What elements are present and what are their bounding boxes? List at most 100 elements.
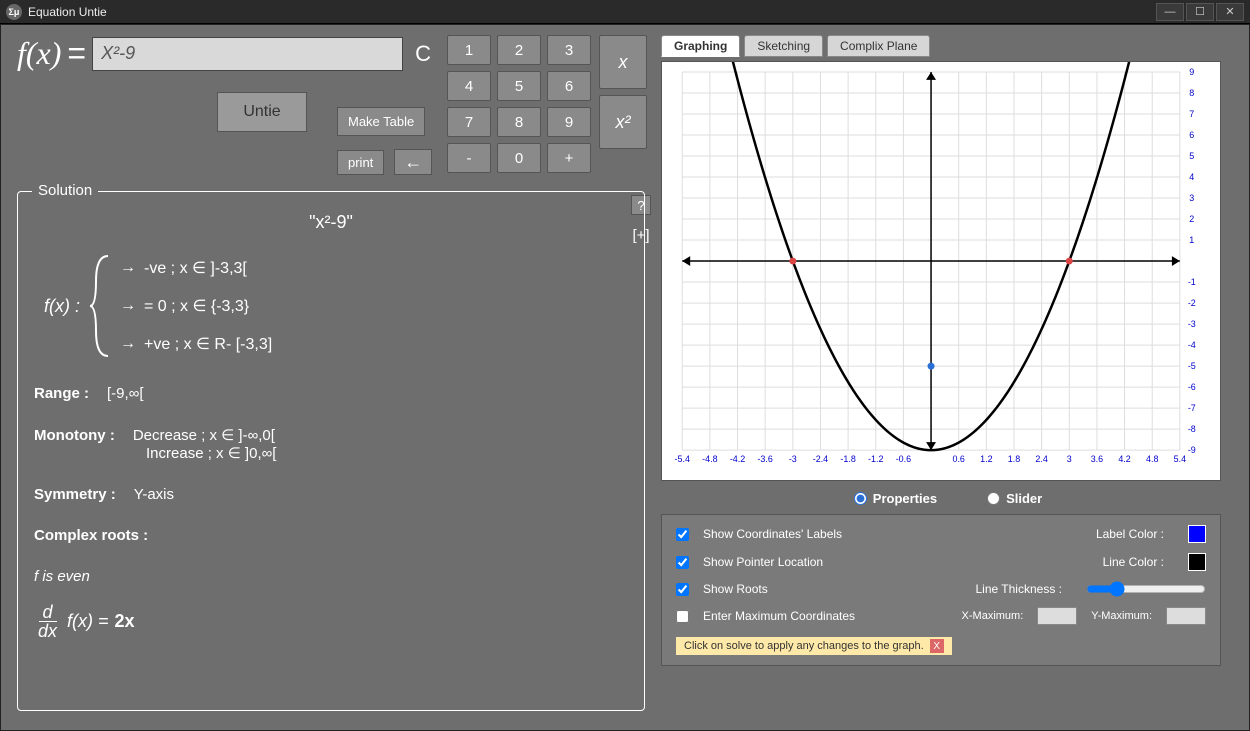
hint-text: Click on solve to apply any changes to t…	[684, 640, 924, 652]
complex-roots-label: Complex roots :	[34, 527, 148, 544]
svg-text:-2.4: -2.4	[813, 454, 828, 464]
key-6[interactable]: 6	[547, 71, 591, 101]
close-button[interactable]: ✕	[1216, 3, 1244, 21]
checkbox-show-coordinates[interactable]	[676, 528, 689, 541]
svg-text:2.4: 2.4	[1035, 454, 1047, 464]
checkbox-enter-max[interactable]	[676, 610, 689, 623]
print-button[interactable]: print	[337, 150, 384, 175]
titlebar: Σμ Equation Untie — ☐ ✕	[0, 0, 1250, 24]
key-5[interactable]: 5	[497, 71, 541, 101]
svg-text:-0.6: -0.6	[896, 454, 911, 464]
x-maximum-input[interactable]	[1037, 607, 1077, 625]
hint-close-button[interactable]: X	[930, 639, 944, 653]
window-title: Equation Untie	[28, 5, 107, 19]
case-positive: +ve ; x ∈ R- [-3,3]	[120, 334, 272, 354]
enter-max-label: Enter Maximum Coordinates	[703, 609, 948, 623]
svg-text:4.8: 4.8	[1146, 454, 1158, 464]
key-4[interactable]: 4	[447, 71, 491, 101]
svg-text:6: 6	[1189, 130, 1194, 140]
svg-text:8: 8	[1189, 88, 1194, 98]
key-0[interactable]: 0	[497, 143, 541, 173]
svg-text:3: 3	[1189, 193, 1194, 203]
checkbox-show-pointer[interactable]	[676, 556, 689, 569]
solution-panel: Solution "x²-9" f(x) : -ve ; x ∈ ]-3,3[ …	[17, 191, 645, 711]
key-1[interactable]: 1	[447, 35, 491, 65]
svg-text:-5.4: -5.4	[675, 454, 690, 464]
maximize-button[interactable]: ☐	[1186, 3, 1214, 21]
symmetry-value: Y-axis	[134, 486, 174, 503]
backspace-button[interactable]: ←	[394, 149, 432, 175]
make-table-button[interactable]: Make Table	[337, 107, 425, 136]
line-color-label: Line Color :	[1064, 555, 1164, 569]
svg-text:-1: -1	[1188, 277, 1196, 287]
key-7[interactable]: 7	[447, 107, 491, 137]
derivative-fraction: d dx	[34, 603, 61, 640]
app-icon: Σμ	[6, 4, 22, 20]
svg-text:5.4: 5.4	[1174, 454, 1186, 464]
tab-graphing[interactable]: Graphing	[661, 35, 740, 57]
graph-canvas[interactable]: -5.4 -4.8 -4.2 -3.6 -3 -2.4 -1.8 -1.2 -0.6 0.6 1.2…	[661, 61, 1221, 481]
label-color-swatch[interactable]	[1188, 525, 1206, 543]
svg-text:1.8: 1.8	[1008, 454, 1020, 464]
parity-text: f is even	[34, 568, 628, 585]
line-color-swatch[interactable]	[1188, 553, 1206, 571]
untie-button[interactable]: Untie	[217, 92, 307, 132]
tab-complex-plane[interactable]: Complix Plane	[827, 35, 930, 57]
key-plus[interactable]: +	[547, 143, 591, 173]
x-maximum-label: X-Maximum:	[962, 610, 1024, 622]
svg-text:-2: -2	[1188, 298, 1196, 308]
derivative-value: 2x	[115, 611, 135, 632]
svg-text:4: 4	[1189, 172, 1194, 182]
key-9[interactable]: 9	[547, 107, 591, 137]
show-pointer-label: Show Pointer Location	[703, 555, 1050, 569]
svg-text:-4.8: -4.8	[702, 454, 717, 464]
svg-text:-8: -8	[1188, 424, 1196, 434]
svg-text:-3: -3	[1188, 319, 1196, 329]
key-x[interactable]: x	[599, 35, 647, 89]
case-zero: = 0 ; x ∈ {-3,3}	[120, 296, 272, 316]
svg-text:1.2: 1.2	[980, 454, 992, 464]
key-minus[interactable]: -	[447, 143, 491, 173]
checkbox-show-roots[interactable]	[676, 583, 689, 596]
svg-text:1: 1	[1189, 235, 1194, 245]
hint-bar: Click on solve to apply any changes to t…	[676, 637, 952, 655]
svg-text:-4.2: -4.2	[730, 454, 745, 464]
svg-text:-5: -5	[1188, 361, 1196, 371]
label-color-label: Label Color :	[1064, 527, 1164, 541]
key-x-squared[interactable]: x²	[599, 95, 647, 149]
key-2[interactable]: 2	[497, 35, 541, 65]
y-maximum-input[interactable]	[1166, 607, 1206, 625]
properties-panel: Show Coordinates' Labels Label Color : S…	[661, 514, 1221, 666]
svg-text:-1.2: -1.2	[868, 454, 883, 464]
radio-properties[interactable]: Properties	[854, 491, 937, 506]
svg-text:4.2: 4.2	[1118, 454, 1130, 464]
svg-text:5: 5	[1189, 151, 1194, 161]
symmetry-label: Symmetry :	[34, 486, 116, 503]
equals-label: =	[67, 35, 86, 72]
monotony-increase: Increase ; x ∈ ]0,∞[	[146, 444, 628, 462]
key-3[interactable]: 3	[547, 35, 591, 65]
monotony-label: Monotony :	[34, 427, 115, 444]
svg-text:7: 7	[1189, 109, 1194, 119]
svg-text:-1.8: -1.8	[840, 454, 855, 464]
fx-label: f(x)	[17, 35, 61, 72]
range-value: [-9,∞[	[107, 385, 144, 402]
solution-legend: Solution	[32, 182, 98, 199]
key-8[interactable]: 8	[497, 107, 541, 137]
svg-text:0.6: 0.6	[952, 454, 964, 464]
svg-text:-7: -7	[1188, 403, 1196, 413]
svg-text:-3.6: -3.6	[757, 454, 772, 464]
tab-sketching[interactable]: Sketching	[744, 35, 823, 57]
svg-text:-6: -6	[1188, 382, 1196, 392]
function-input[interactable]	[92, 37, 403, 71]
fx-prefix: f(x) :	[44, 296, 80, 317]
line-thickness-slider[interactable]	[1086, 581, 1206, 597]
radio-slider[interactable]: Slider	[987, 491, 1042, 506]
range-label: Range :	[34, 385, 89, 402]
line-thickness-label: Line Thickness :	[962, 582, 1062, 596]
derivative-fx: f(x) =	[67, 611, 109, 632]
minimize-button[interactable]: —	[1156, 3, 1184, 21]
monotony-decrease: Decrease ; x ∈ ]-∞,0[	[133, 427, 275, 444]
svg-text:9: 9	[1189, 67, 1194, 77]
clear-button[interactable]: C	[415, 41, 431, 67]
